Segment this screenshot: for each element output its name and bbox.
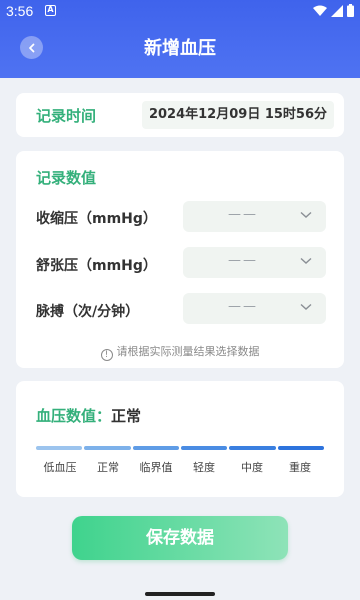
hint-text: ! 请根据实际测量结果选择数据: [16, 343, 344, 361]
gesture-nav-bar: [145, 592, 215, 596]
pulse-select[interactable]: ——: [183, 293, 326, 324]
diastolic-label: 舒张压（mmHg）: [36, 258, 157, 274]
bp-status-card: 血压数值：正常 低血压 正常 临界值 轻度 中度 重度: [16, 381, 344, 497]
bp-level-label: 轻度: [193, 461, 215, 474]
systolic-label: 收缩压（mmHg）: [36, 211, 157, 227]
record-time-picker[interactable]: 2024年12月09日 15时56分: [142, 101, 334, 129]
bp-status-label: 血压数值：: [36, 407, 112, 425]
wifi-icon: [313, 5, 327, 16]
bp-status-title: 血压数值：正常: [36, 405, 141, 426]
signal-icon: [331, 4, 343, 17]
bp-level-label: 低血压: [43, 461, 77, 474]
info-icon: !: [100, 349, 113, 361]
diastolic-value: ——: [228, 253, 258, 268]
record-time-label: 记录时间: [36, 107, 97, 125]
bp-level-segment: [277, 446, 324, 450]
bp-level-bar: [36, 446, 324, 450]
bp-level-label: 正常: [97, 461, 119, 474]
chevron-down-icon: [300, 257, 312, 264]
page-title: 新增血压: [144, 38, 216, 59]
bp-level-label: 重度: [289, 461, 311, 474]
bp-status-value: 正常: [111, 407, 142, 425]
bp-level-segment: [180, 446, 228, 450]
bp-level-label: 临界值: [139, 461, 173, 474]
record-values-card: 记录数值 收缩压（mmHg） —— 舒张压（mmHg） —— 脉搏（次/分钟） …: [16, 151, 344, 368]
app-notification-icon: A: [45, 5, 56, 16]
bp-level-label: 中度: [241, 461, 263, 474]
diastolic-select[interactable]: ——: [183, 247, 326, 278]
record-values-title: 记录数值: [36, 169, 97, 187]
bp-level-segment: [36, 446, 83, 450]
bp-level-segment: [132, 446, 179, 450]
chevron-down-icon: [300, 211, 312, 218]
pulse-label: 脉搏（次/分钟）: [36, 304, 140, 320]
bp-level-segment: [84, 446, 131, 450]
status-bar: 3:56 A: [0, 0, 360, 22]
hint-label: 请根据实际测量结果选择数据: [116, 345, 260, 358]
battery-icon: [347, 4, 354, 17]
status-time: 3:56: [6, 3, 34, 19]
chevron-down-icon: [300, 303, 312, 310]
systolic-value: ——: [228, 207, 258, 222]
bp-level-labels: 低血压 正常 临界值 轻度 中度 重度: [36, 459, 324, 475]
pulse-value: ——: [228, 299, 258, 314]
systolic-select[interactable]: ——: [183, 201, 326, 232]
record-time-card: 记录时间 2024年12月09日 15时56分: [16, 93, 344, 137]
save-button[interactable]: 保存数据: [72, 516, 288, 560]
bp-level-segment: [229, 446, 276, 450]
header-bar: 3:56 A 新增血压: [0, 0, 360, 78]
status-icons: [313, 4, 354, 17]
